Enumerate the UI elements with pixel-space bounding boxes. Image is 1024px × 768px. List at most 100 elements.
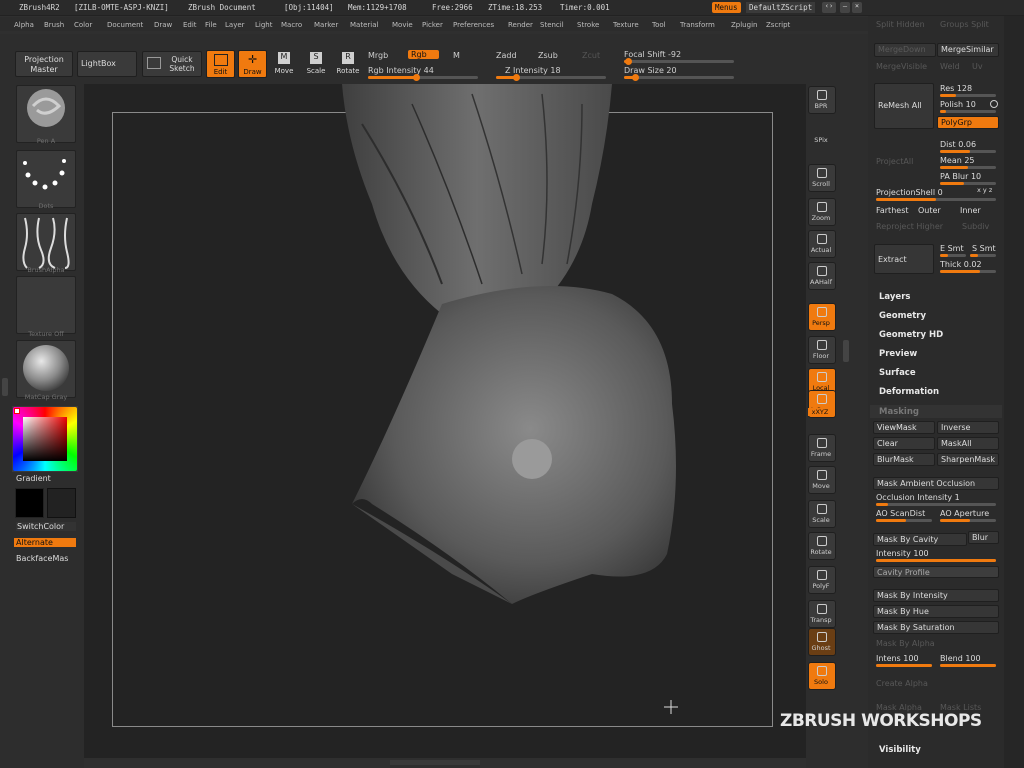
brush-thumbnail[interactable] <box>16 85 76 143</box>
main-color-block[interactable] <box>15 488 44 518</box>
ao-scandist-slider[interactable] <box>876 519 932 522</box>
res-slider[interactable] <box>940 94 996 97</box>
weld-button[interactable]: Weld <box>940 62 960 71</box>
mask-by-saturation-button[interactable]: Mask By Saturation <box>873 621 999 634</box>
mrgb-button[interactable]: Mrgb <box>368 51 388 60</box>
palette-scrollbar[interactable] <box>1004 16 1024 768</box>
inverse-button[interactable]: Inverse <box>937 421 999 434</box>
backface-mask-button[interactable]: BackfaceMas <box>16 554 68 563</box>
edit-button[interactable]: Edit <box>206 50 235 78</box>
menu-edit[interactable]: Edit <box>183 21 197 29</box>
mask-by-intensity-button[interactable]: Mask By Intensity <box>873 589 999 602</box>
color-picker[interactable] <box>12 406 78 472</box>
occlusion-intensity-slider[interactable] <box>876 503 996 506</box>
intens-slider[interactable] <box>876 664 932 667</box>
visibility-section[interactable]: Visibility <box>879 745 921 755</box>
sharpen-mask-button[interactable]: SharpenMask <box>937 453 999 466</box>
view-mask-button[interactable]: ViewMask <box>873 421 935 434</box>
section-layers[interactable]: Layers <box>879 292 910 302</box>
zsub-button[interactable]: Zsub <box>538 51 558 60</box>
zadd-button[interactable]: Zadd <box>496 51 517 60</box>
menu-zscript[interactable]: Zscript <box>766 21 790 29</box>
right-tray-handle[interactable] <box>843 340 849 362</box>
menu-stroke[interactable]: Stroke <box>577 21 599 29</box>
merge-down-button[interactable]: MergeDown <box>874 43 936 57</box>
spix-button[interactable]: SPix <box>804 136 838 144</box>
uv-button[interactable]: Uv <box>972 62 983 71</box>
outer-button[interactable]: Outer <box>918 206 941 215</box>
masking-section[interactable]: Masking <box>879 407 919 417</box>
section-deformation[interactable]: Deformation <box>879 387 939 397</box>
rgb-button[interactable]: Rgb <box>408 50 439 59</box>
section-geometry-hd[interactable]: Geometry HD <box>879 330 943 340</box>
saturation-square[interactable] <box>23 417 67 461</box>
split-hidden-button[interactable]: Split Hidden <box>876 20 925 29</box>
projection-shell-slider[interactable] <box>876 198 996 201</box>
z-intensity-slider[interactable] <box>496 74 606 81</box>
menus-button[interactable]: Menus <box>712 2 741 13</box>
menu-movie[interactable]: Movie <box>392 21 413 29</box>
menu-tool[interactable]: Tool <box>652 21 666 29</box>
ao-aperture-slider[interactable] <box>940 519 996 522</box>
dist-slider[interactable] <box>940 150 996 153</box>
pa-blur-slider[interactable] <box>940 182 996 185</box>
alternate-button[interactable]: Alternate <box>14 538 76 547</box>
s-smt-slider[interactable] <box>970 254 996 257</box>
create-alpha-button[interactable]: Create Alpha <box>876 679 928 688</box>
groups-split-button[interactable]: Groups Split <box>940 20 989 29</box>
mean-slider[interactable] <box>940 166 996 169</box>
polish-toggle-icon[interactable] <box>990 100 998 108</box>
mask-all-button[interactable]: MaskAll <box>937 437 999 450</box>
bottom-tray-handle[interactable] <box>390 760 480 765</box>
xyz-toggle[interactable]: x y z <box>977 186 992 194</box>
default-zscript-button[interactable]: DefaultZScript <box>746 2 816 13</box>
menu-macro[interactable]: Macro <box>281 21 302 29</box>
project-all-button[interactable]: ProjectAll <box>876 157 913 166</box>
quick-sketch-button[interactable]: Quick Sketch <box>142 51 202 77</box>
zcut-button[interactable]: Zcut <box>582 51 600 60</box>
arrows-icon[interactable]: ‹› <box>822 2 836 13</box>
menu-zplugin[interactable]: Zplugin <box>731 21 757 29</box>
menu-alpha[interactable]: Alpha <box>14 21 34 29</box>
cavity-intensity-slider[interactable] <box>876 559 996 562</box>
menu-brush[interactable]: Brush <box>44 21 64 29</box>
inner-button[interactable]: Inner <box>960 206 981 215</box>
close-icon[interactable]: × <box>852 2 862 13</box>
remesh-all-button[interactable]: ReMesh All <box>874 83 934 129</box>
e-smt-slider[interactable] <box>940 254 966 257</box>
menu-picker[interactable]: Picker <box>422 21 443 29</box>
focal-shift-slider[interactable] <box>624 58 734 65</box>
section-geometry[interactable]: Geometry <box>879 311 926 321</box>
move-button[interactable]: M Move <box>272 50 296 78</box>
alpha-thumbnail[interactable] <box>16 213 76 271</box>
thick-slider[interactable] <box>940 270 996 273</box>
draw-size-slider[interactable] <box>624 74 734 81</box>
merge-visible-button[interactable]: MergeVisible <box>876 62 927 71</box>
menu-preferences[interactable]: Preferences <box>453 21 494 29</box>
menu-color[interactable]: Color <box>74 21 92 29</box>
secondary-color-block[interactable] <box>47 488 76 518</box>
material-thumbnail[interactable] <box>16 340 76 398</box>
menu-light[interactable]: Light <box>255 21 272 29</box>
mask-by-alpha-button[interactable]: Mask By Alpha <box>876 639 935 648</box>
subdiv-button[interactable]: Subdiv <box>962 222 989 231</box>
section-surface[interactable]: Surface <box>879 368 916 378</box>
scale-button[interactable]: S Scale <box>304 50 328 78</box>
mask-ambient-occlusion-button[interactable]: Mask Ambient Occlusion <box>873 477 999 490</box>
menu-document[interactable]: Document <box>107 21 143 29</box>
projection-master-button[interactable]: Projection Master <box>15 51 73 77</box>
texture-thumbnail[interactable] <box>16 276 76 334</box>
rgb-intensity-slider[interactable] <box>368 74 478 81</box>
reproject-higher-button[interactable]: Reproject Higher <box>876 222 943 231</box>
cavity-profile-button[interactable]: Cavity Profile <box>873 566 999 578</box>
lightbox-button[interactable]: LightBox <box>77 51 137 77</box>
menu-texture[interactable]: Texture <box>613 21 639 29</box>
section-preview[interactable]: Preview <box>879 349 917 359</box>
gradient-label[interactable]: Gradient <box>16 474 51 483</box>
mask-by-hue-button[interactable]: Mask By Hue <box>873 605 999 618</box>
minimize-icon[interactable]: – <box>840 2 850 13</box>
mask-by-cavity-button[interactable]: Mask By Cavity <box>873 533 967 546</box>
cavity-blur-button[interactable]: Blur <box>968 531 999 544</box>
menu-draw[interactable]: Draw <box>154 21 172 29</box>
blend-slider[interactable] <box>940 664 996 667</box>
